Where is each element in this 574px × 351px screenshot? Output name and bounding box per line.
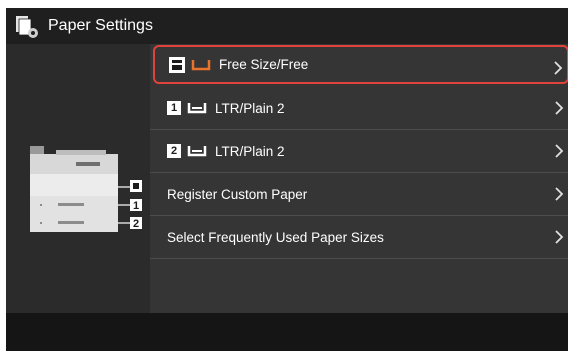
drawer-icon <box>187 103 207 114</box>
list-item-label: LTR/Plain 2 <box>215 100 285 116</box>
drawer-icon <box>187 146 207 157</box>
bottom-bar <box>6 313 568 351</box>
chevron-right-icon <box>555 230 564 244</box>
page-title: Paper Settings <box>48 17 153 34</box>
list-item-register-custom-paper[interactable]: Register Custom Paper <box>150 173 568 216</box>
chevron-right-icon <box>554 61 563 75</box>
list-item-label: Register Custom Paper <box>167 186 308 202</box>
device-screen: Paper Settings 1 2 Free Size/Free 1 LTR/… <box>6 8 568 351</box>
drawer-number-badge: 1 <box>167 101 181 115</box>
printer-illustration: 1 2 <box>30 146 142 232</box>
list-item-label: Free Size/Free <box>219 57 309 72</box>
chevron-right-icon <box>555 101 564 115</box>
multipurpose-tray-icon <box>169 56 185 73</box>
list-item-multipurpose-tray[interactable]: Free Size/Free <box>153 45 568 84</box>
chevron-right-icon <box>555 187 564 201</box>
printer-panel: 1 2 <box>6 44 150 313</box>
list-item-frequent-paper-sizes[interactable]: Select Frequently Used Paper Sizes <box>150 216 568 259</box>
svg-text:1: 1 <box>133 200 139 212</box>
paper-settings-icon <box>16 16 38 38</box>
svg-text:2: 2 <box>133 218 139 230</box>
drawer-number-badge: 2 <box>167 144 181 158</box>
paper-source-list: Free Size/Free 1 LTR/Plain 2 2 LTR/Plain… <box>150 44 568 313</box>
title-bar: Paper Settings <box>6 8 568 44</box>
list-item-label: Select Frequently Used Paper Sizes <box>167 229 384 245</box>
list-item-label: LTR/Plain 2 <box>215 143 285 159</box>
list-item-drawer-1[interactable]: 1 LTR/Plain 2 <box>150 87 568 130</box>
list-item-drawer-2[interactable]: 2 LTR/Plain 2 <box>150 130 568 173</box>
tray-open-icon <box>191 59 211 70</box>
chevron-right-icon <box>555 144 564 158</box>
